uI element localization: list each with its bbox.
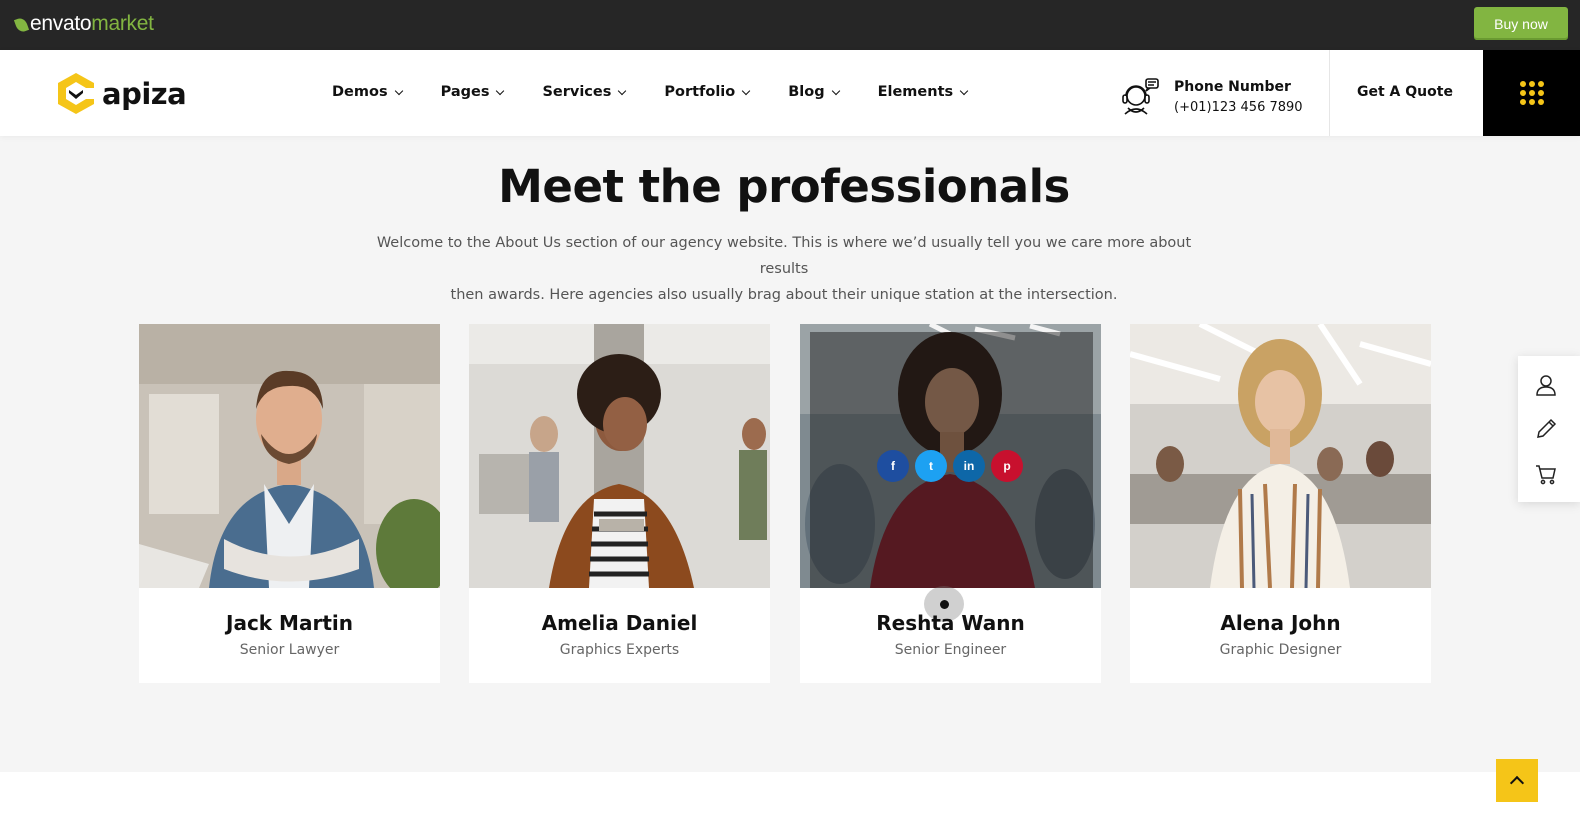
section-description: Welcome to the About Us section of our a… <box>370 230 1198 308</box>
pinterest-icon[interactable]: p <box>991 450 1023 482</box>
member-role: Graphics Experts <box>559 642 680 658</box>
get-a-quote-button[interactable]: Get A Quote <box>1357 84 1453 100</box>
nav-blog[interactable]: Blog <box>788 84 840 100</box>
envato-leaf-icon <box>13 16 30 34</box>
nav-label: Demos <box>332 84 388 100</box>
nav-portfolio[interactable]: Portfolio <box>664 84 751 100</box>
chevron-up-icon <box>1509 775 1525 791</box>
phone-number: (+01)123 456 7890 <box>1174 100 1303 115</box>
team-card[interactable]: f t in p Reshta Wann Senior Engineer <box>800 324 1101 683</box>
member-name: Reshta Wann <box>876 611 1025 635</box>
member-role: Graphic Designer <box>1219 642 1342 658</box>
member-name: Amelia Daniel <box>541 611 698 635</box>
member-role: Senior Engineer <box>894 642 1007 658</box>
envato-brand-suffix: market <box>91 12 154 35</box>
logo-hexagon-icon <box>58 73 95 114</box>
chevron-down-icon <box>394 86 403 96</box>
chevron-down-icon <box>741 86 751 96</box>
member-name: Alena John <box>1220 611 1341 635</box>
envato-logo[interactable]: envato market <box>13 12 154 36</box>
team-card[interactable]: Alena John Graphic Designer <box>1130 324 1431 683</box>
nav-demos[interactable]: Demos <box>332 84 403 100</box>
chevron-down-icon <box>831 86 840 96</box>
logo-text: apiza <box>102 76 187 111</box>
member-photo <box>469 324 770 588</box>
phone-label: Phone Number <box>1174 79 1291 95</box>
linkedin-icon[interactable]: in <box>953 450 985 482</box>
side-floating-panel <box>1518 356 1580 502</box>
phone-contact[interactable]: Phone Number (+01)123 456 7890 <box>1118 76 1303 118</box>
chevron-down-icon <box>496 86 505 96</box>
user-icon[interactable] <box>1534 373 1558 397</box>
nav-label: Blog <box>788 84 825 100</box>
member-photo <box>1130 324 1431 588</box>
back-to-top-button[interactable] <box>1496 759 1538 802</box>
headset-support-icon <box>1122 78 1159 115</box>
grid-dots-icon <box>1519 81 1544 105</box>
member-role: Senior Lawyer <box>239 642 340 658</box>
next-section <box>0 772 1580 838</box>
nav-elements[interactable]: Elements <box>877 84 969 100</box>
nav-label: Pages <box>440 84 490 100</box>
main-nav: Demos Pages Services Portfolio Blog Elem… <box>332 84 1006 100</box>
nav-label: Elements <box>877 84 954 100</box>
header-divider <box>1329 50 1330 136</box>
envato-top-bar: envato market Buy now <box>0 0 1580 50</box>
member-photo <box>139 324 440 588</box>
description-line: then awards. Here agencies also usually … <box>450 287 1118 303</box>
team-card[interactable]: Jack Martin Senior Lawyer <box>139 324 440 683</box>
section-title: Meet the professionals <box>498 160 1070 213</box>
nav-pages[interactable]: Pages <box>440 84 505 100</box>
site-logo[interactable]: apiza <box>55 71 187 116</box>
cart-icon[interactable] <box>1534 462 1558 486</box>
nav-label: Services <box>542 84 612 100</box>
member-name: Jack Martin <box>226 611 353 635</box>
buy-now-button[interactable]: Buy now <box>1474 7 1568 40</box>
chevron-down-icon <box>959 86 969 96</box>
grid-menu-button[interactable] <box>1483 50 1580 136</box>
site-header: apiza Demos Pages Services Portfolio Blo… <box>0 50 1580 136</box>
chevron-down-icon <box>618 86 627 96</box>
nav-label: Portfolio <box>664 84 736 100</box>
nav-services[interactable]: Services <box>542 84 627 100</box>
twitter-icon[interactable]: t <box>915 450 947 482</box>
social-links: f t in p <box>877 450 1029 482</box>
team-card[interactable]: Amelia Daniel Graphics Experts <box>469 324 770 683</box>
description-line: Welcome to the About Us section of our a… <box>376 235 1192 277</box>
facebook-icon[interactable]: f <box>877 450 909 482</box>
pencil-icon[interactable] <box>1534 417 1558 441</box>
envato-brand: envato <box>30 12 92 35</box>
